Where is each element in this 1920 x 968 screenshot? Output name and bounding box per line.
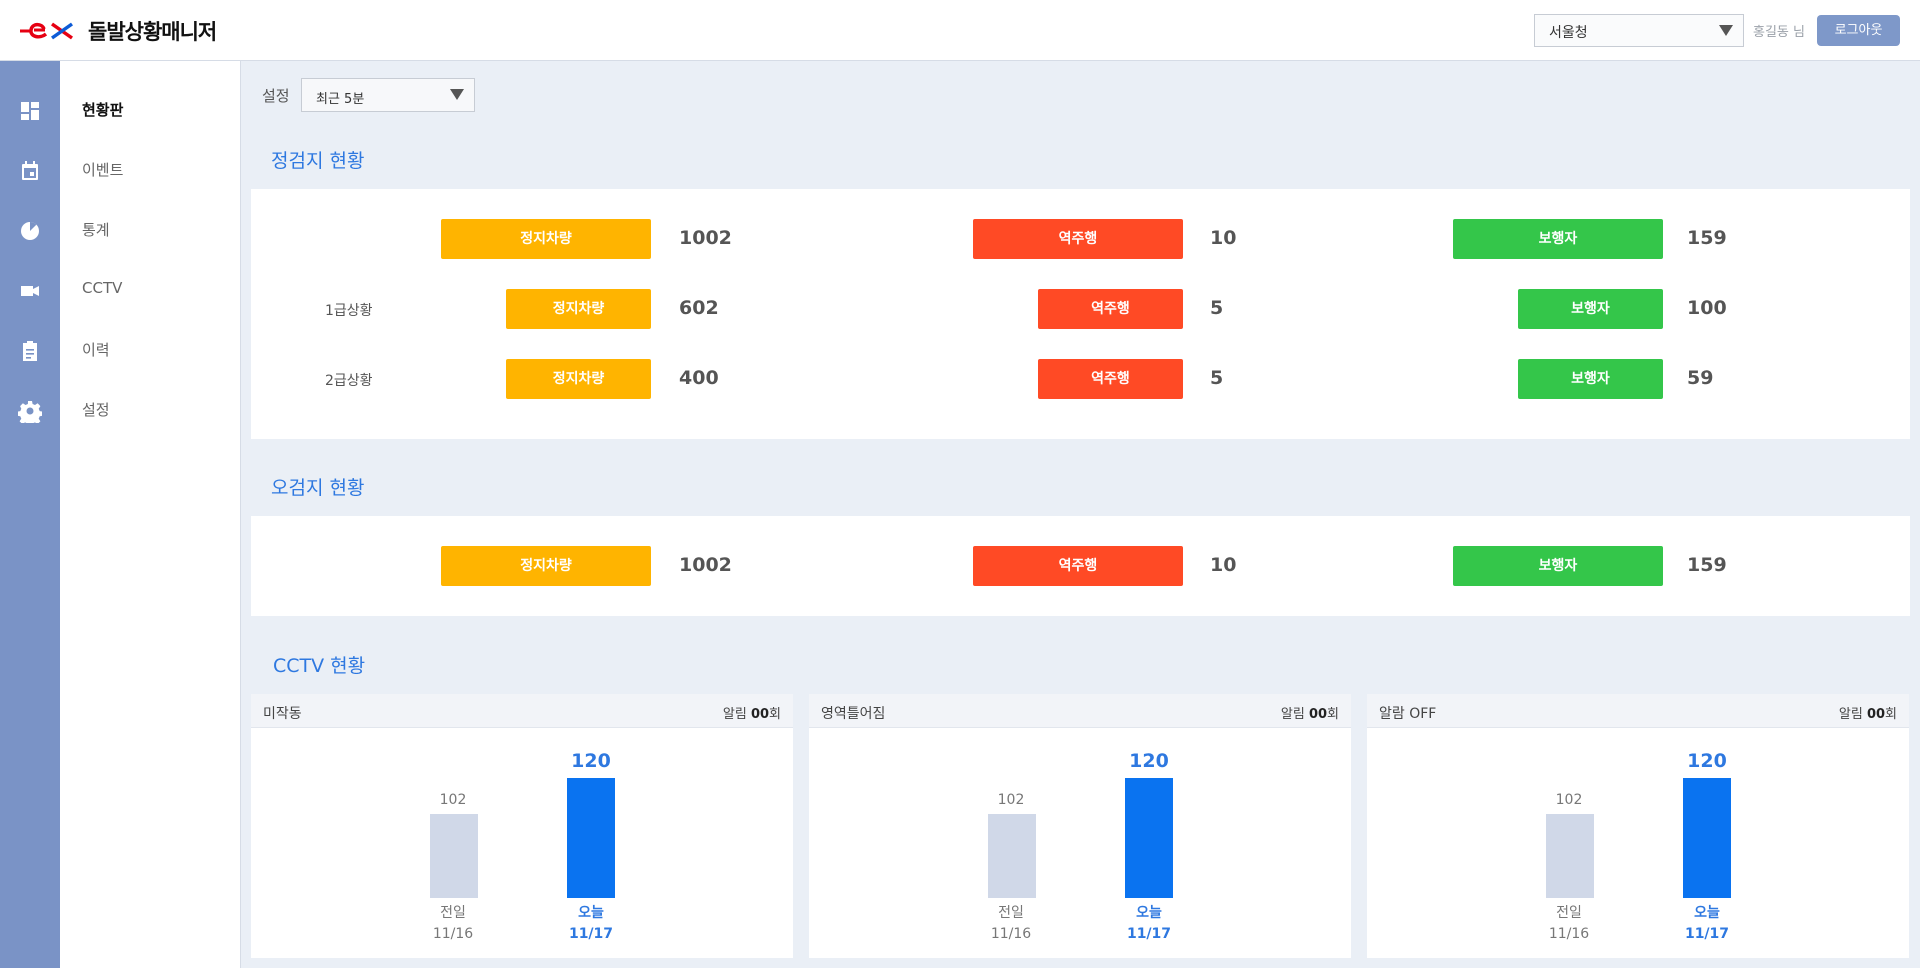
side-menu: 현황판 이벤트 통계 CCTV 이력 설정 <box>60 61 241 968</box>
prev-day-label: 전일 <box>1556 905 1582 921</box>
stopped-vehicle-count: 602 <box>679 297 719 319</box>
wrong-way-count: 5 <box>1210 367 1224 389</box>
stopped-vehicle-badge: 정지차량 <box>441 219 651 259</box>
menu-item-cctv[interactable]: CCTV <box>82 279 122 297</box>
pedestrian-count: 159 <box>1687 554 1727 576</box>
calendar-icon[interactable] <box>18 159 42 183</box>
wrong-way-count: 10 <box>1210 554 1237 576</box>
wrong-way-badge: 역주행 <box>1038 289 1183 329</box>
clipboard-icon[interactable] <box>18 339 42 363</box>
today-date: 11/17 <box>568 926 614 942</box>
menu-item-events[interactable]: 이벤트 <box>82 159 123 180</box>
today-value: 120 <box>1129 750 1169 772</box>
prev-day-value: 102 <box>997 792 1025 808</box>
prev-day-bar <box>430 814 478 898</box>
prev-day-label: 전일 <box>440 905 466 921</box>
region-select-value: 서울청 <box>1549 25 1588 41</box>
top-header: 돌발상황매니저 서울청 홍길동 님 로그아웃 <box>0 0 1920 61</box>
logout-button[interactable]: 로그아웃 <box>1817 15 1900 46</box>
prev-day-date: 11/16 <box>990 926 1032 942</box>
ex-logo[interactable] <box>20 17 80 43</box>
alarm-count: 알림 00회 <box>1280 707 1339 722</box>
pedestrian-badge: 보행자 <box>1518 289 1663 329</box>
user-name: 홍길동 님 <box>1753 25 1805 40</box>
today-date: 11/17 <box>1126 926 1172 942</box>
cctv-card-inactive: 미작동 알림 00회 102 전일 11/16 120 오늘 11/17 <box>251 694 793 958</box>
stopped-vehicle-badge: 정지차량 <box>441 546 651 586</box>
wrong-way-badge: 역주행 <box>973 219 1183 259</box>
filter-label: 설정 <box>262 87 290 105</box>
alarm-count: 알림 00회 <box>722 707 781 722</box>
cctv-section-title: CCTV 현황 <box>273 655 366 677</box>
prev-day-value: 102 <box>439 792 467 808</box>
card-header: 미작동 알림 00회 <box>251 694 793 728</box>
wrong-way-badge: 역주행 <box>1038 359 1183 399</box>
prev-day-value: 102 <box>1555 792 1583 808</box>
prev-day-bar <box>1546 814 1594 898</box>
stopped-vehicle-count: 1002 <box>679 554 732 576</box>
wrong-way-count: 5 <box>1210 297 1224 319</box>
today-bar <box>567 778 615 898</box>
detection-panel: 정지차량 1002 역주행 10 보행자 159 1급상황 정지차량 602 역… <box>251 189 1910 439</box>
false-detection-panel: 정지차량 1002 역주행 10 보행자 159 <box>251 516 1910 616</box>
chevron-down-icon <box>450 89 464 100</box>
card-title: 미작동 <box>263 706 302 722</box>
prev-day-bar <box>988 814 1036 898</box>
menu-item-settings[interactable]: 설정 <box>82 399 110 420</box>
stopped-vehicle-count: 400 <box>679 367 719 389</box>
cctv-card-area-shifted: 영역틀어짐 알림 00회 102 전일 11/16 120 오늘 11/17 <box>809 694 1351 958</box>
menu-item-history[interactable]: 이력 <box>82 339 110 360</box>
stopped-vehicle-badge: 정지차량 <box>506 359 651 399</box>
pedestrian-count: 159 <box>1687 227 1727 249</box>
app-title: 돌발상황매니저 <box>88 20 217 44</box>
pedestrian-badge: 보행자 <box>1453 546 1663 586</box>
wrong-way-count: 10 <box>1210 227 1237 249</box>
today-date: 11/17 <box>1684 926 1730 942</box>
today-label: 오늘 <box>578 905 604 921</box>
today-bar <box>1683 778 1731 898</box>
menu-item-statistics[interactable]: 통계 <box>82 219 110 240</box>
pedestrian-badge: 보행자 <box>1453 219 1663 259</box>
today-value: 120 <box>1687 750 1727 772</box>
today-label: 오늘 <box>1136 905 1162 921</box>
dashboard-icon[interactable] <box>18 99 42 123</box>
period-select[interactable]: 최근 5분 <box>301 78 475 112</box>
icon-rail <box>0 61 60 968</box>
detection-section-title: 정검지 현황 <box>271 150 365 172</box>
video-camera-icon[interactable] <box>18 279 42 303</box>
level1-label: 1급상황 <box>325 303 373 319</box>
pie-chart-icon[interactable] <box>18 219 42 243</box>
today-bar <box>1125 778 1173 898</box>
false-detection-section-title: 오검지 현황 <box>271 477 365 499</box>
card-title: 알람 OFF <box>1379 706 1437 722</box>
cctv-card-alarm-off: 알람 OFF 알림 00회 102 전일 11/16 120 오늘 11/17 <box>1367 694 1909 958</box>
prev-day-label: 전일 <box>998 905 1024 921</box>
chevron-down-icon <box>1719 25 1733 36</box>
stopped-vehicle-count: 1002 <box>679 227 732 249</box>
menu-item-dashboard[interactable]: 현황판 <box>82 99 123 120</box>
level2-label: 2급상황 <box>325 373 373 389</box>
pedestrian-count: 59 <box>1687 367 1714 389</box>
today-value: 120 <box>571 750 611 772</box>
wrong-way-badge: 역주행 <box>973 546 1183 586</box>
gear-icon[interactable] <box>18 399 42 423</box>
card-header: 영역틀어짐 알림 00회 <box>809 694 1351 728</box>
alarm-count: 알림 00회 <box>1838 707 1897 722</box>
prev-day-date: 11/16 <box>432 926 474 942</box>
pedestrian-badge: 보행자 <box>1518 359 1663 399</box>
region-select[interactable]: 서울청 <box>1534 14 1744 47</box>
card-header: 알람 OFF 알림 00회 <box>1367 694 1909 728</box>
card-title: 영역틀어짐 <box>821 706 886 722</box>
pedestrian-count: 100 <box>1687 297 1727 319</box>
stopped-vehicle-badge: 정지차량 <box>506 289 651 329</box>
today-label: 오늘 <box>1694 905 1720 921</box>
period-select-value: 최근 5분 <box>316 92 365 107</box>
prev-day-date: 11/16 <box>1548 926 1590 942</box>
